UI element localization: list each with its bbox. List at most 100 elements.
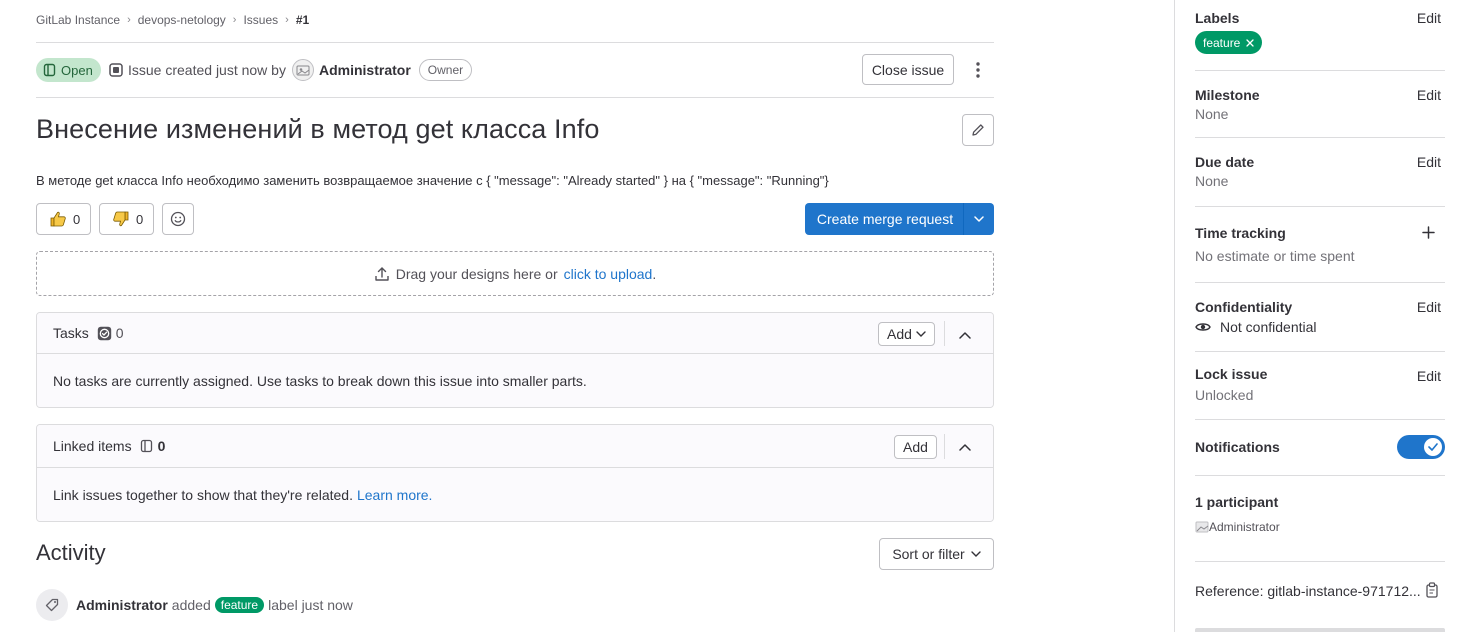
due-date-value: None (1195, 173, 1229, 189)
check-icon (1424, 438, 1442, 456)
linked-items-count: 0 (157, 438, 166, 454)
due-date-title: Due date (1195, 154, 1255, 170)
divider (1195, 561, 1445, 562)
issue-type-icon (109, 63, 123, 77)
breadcrumb-item-project[interactable]: devops-netology (138, 13, 226, 27)
activity-author[interactable]: Administrator (76, 597, 168, 613)
remove-icon[interactable] (1246, 38, 1255, 47)
lock-issue-title: Lock issue (1195, 366, 1268, 382)
edit-title-button[interactable] (962, 114, 994, 146)
design-dropzone[interactable]: Drag your designs here or click to uploa… (36, 251, 994, 296)
activity-title: Activity (36, 540, 106, 565)
tasks-count-badge: 0 (97, 325, 124, 341)
sort-filter-label: Sort or filter (892, 546, 965, 562)
status-badge: Open (36, 58, 101, 82)
add-task-label: Add (887, 326, 912, 342)
activity-label-chip[interactable]: feature (214, 597, 265, 613)
sidebar-bottom-button[interactable] (1195, 628, 1445, 632)
confidentiality-value: Not confidential (1220, 319, 1317, 335)
sort-filter-button[interactable]: Sort or filter (879, 538, 994, 570)
linked-items-card: Linked items 0 Add Link issues together … (36, 424, 994, 522)
participants-title: 1 participant (1195, 494, 1279, 510)
participant-avatar[interactable]: Administrator (1195, 520, 1280, 534)
upload-icon (374, 266, 390, 282)
status-text: Open (61, 62, 93, 78)
activity-suffix: label just now (268, 597, 353, 613)
sidebar-divider (1174, 0, 1175, 632)
thumbsup-award-button[interactable]: 0 (36, 203, 91, 235)
divider (1195, 137, 1445, 138)
chevron-right-icon: › (127, 14, 131, 26)
chevron-down-icon (970, 551, 981, 557)
activity-item: Administrator added feature label just n… (36, 589, 353, 621)
create-merge-request-label: Create merge request (816, 211, 954, 227)
confidentiality-status: Not confidential (1195, 319, 1317, 335)
author-link[interactable]: Administrator (319, 62, 411, 78)
chevron-down-icon[interactable] (963, 203, 994, 235)
notifications-title: Notifications (1195, 439, 1280, 455)
linked-items-empty-text: Link issues together to show that they'r… (53, 486, 353, 503)
tasks-title: Tasks (53, 325, 89, 341)
learn-more-link[interactable]: Learn more. (357, 487, 432, 503)
add-reaction-button[interactable] (162, 203, 194, 235)
close-issue-button[interactable]: Close issue (862, 54, 954, 85)
role-badge: Owner (418, 59, 473, 81)
thumbsup-count: 0 (73, 211, 81, 227)
feature-label-chip[interactable]: feature (1195, 31, 1263, 54)
create-merge-request-button[interactable]: Create merge request (805, 203, 994, 235)
copy-icon[interactable] (1425, 582, 1439, 598)
milestone-title: Milestone (1195, 87, 1260, 103)
plus-icon[interactable] (1422, 226, 1435, 239)
kebab-icon[interactable] (962, 54, 994, 85)
task-done-icon (97, 326, 112, 341)
avatar[interactable] (291, 59, 314, 81)
reference-text: Reference: gitlab-instance-971712... (1195, 583, 1421, 599)
tasks-card: Tasks 0 Add No tasks are currently assig… (36, 312, 994, 408)
chevron-right-icon: › (285, 14, 289, 26)
breadcrumb: GitLab Instance › devops-netology › Issu… (36, 11, 309, 29)
breadcrumb-item-issues[interactable]: Issues (243, 13, 278, 27)
divider (944, 321, 945, 346)
issue-title: Внесение изменений в метод get класса In… (36, 114, 600, 144)
chevron-up-icon[interactable] (953, 323, 977, 347)
time-tracking-value: No estimate or time spent (1195, 248, 1355, 264)
chevron-up-icon[interactable] (953, 435, 977, 459)
created-text: Issue created just now by (128, 62, 286, 78)
labels-edit-button[interactable]: Edit (1417, 10, 1441, 26)
divider (36, 42, 994, 43)
thumbsdown-icon (112, 210, 130, 228)
add-task-button[interactable]: Add (878, 322, 935, 346)
activity-action: added (171, 597, 211, 613)
linked-items-count-badge: 0 (140, 438, 166, 454)
milestone-edit-button[interactable]: Edit (1417, 87, 1441, 103)
lock-issue-value: Unlocked (1195, 387, 1254, 403)
tasks-empty-text: No tasks are currently assigned. Use tas… (37, 354, 993, 407)
breadcrumb-current[interactable]: #1 (296, 13, 309, 27)
chevron-right-icon: › (232, 14, 237, 26)
chevron-down-icon (916, 331, 926, 337)
confidentiality-edit-button[interactable]: Edit (1417, 299, 1441, 315)
add-linked-item-button[interactable]: Add (894, 435, 937, 459)
divider (1195, 70, 1445, 71)
due-date-edit-button[interactable]: Edit (1417, 154, 1441, 170)
notifications-toggle[interactable] (1397, 435, 1445, 459)
tasks-count: 0 (115, 325, 124, 341)
smiley-icon (170, 211, 186, 227)
dropzone-suffix: . (652, 265, 657, 282)
click-to-upload-link[interactable]: click to upload (564, 266, 653, 282)
eye-icon (1195, 320, 1211, 334)
divider (1195, 206, 1445, 207)
confidentiality-title: Confidentiality (1195, 299, 1293, 315)
divider (1195, 419, 1445, 420)
thumbsdown-award-button[interactable]: 0 (99, 203, 154, 235)
thumbsup-icon (49, 210, 67, 228)
divider (1195, 351, 1445, 352)
pencil-icon (971, 123, 985, 137)
issue-open-icon (43, 63, 57, 77)
divider (1195, 282, 1445, 283)
add-linked-label: Add (903, 439, 928, 455)
divider (36, 97, 994, 98)
breadcrumb-item-instance[interactable]: GitLab Instance (36, 13, 120, 27)
lock-issue-edit-button[interactable]: Edit (1417, 368, 1441, 384)
issue-created-meta: Issue created just now by Administrator … (109, 58, 473, 82)
